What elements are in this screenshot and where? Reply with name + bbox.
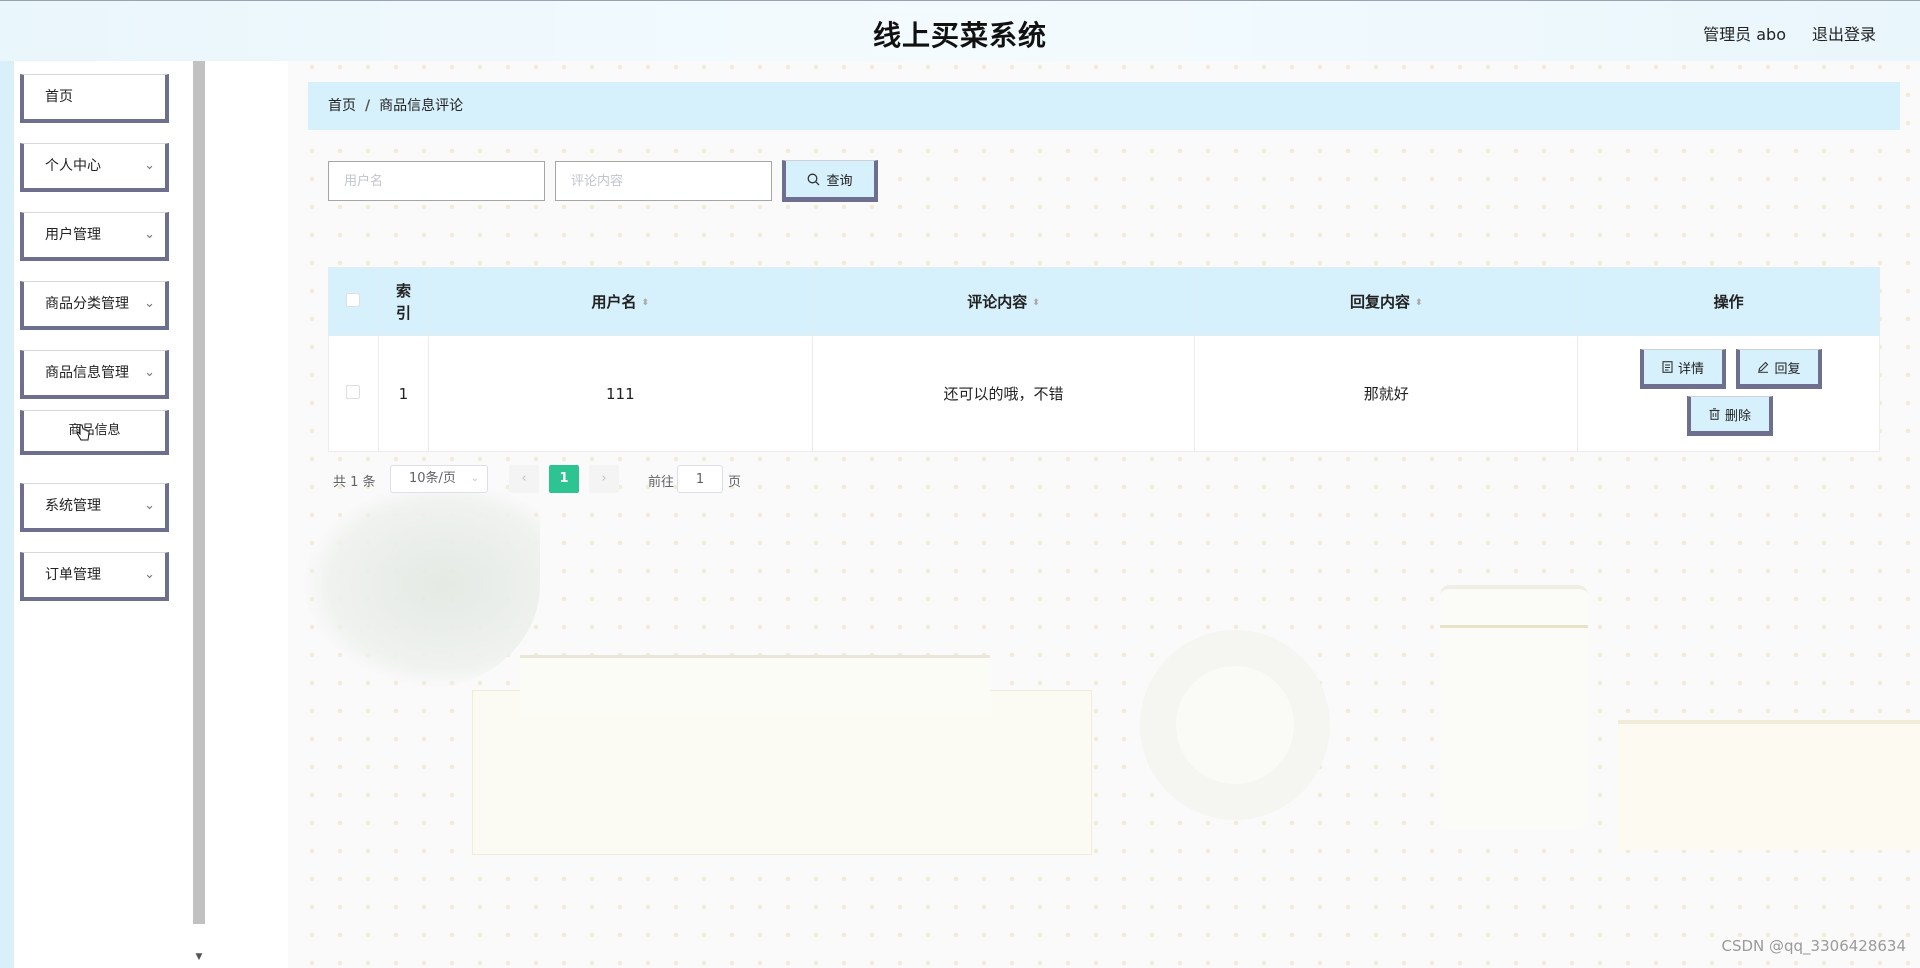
chevron-down-icon: ⌄ [144, 498, 155, 513]
goto-page-input[interactable] [677, 465, 723, 493]
page-number-active[interactable]: 1 [549, 465, 579, 493]
chevron-down-icon: ⌄ [144, 365, 155, 380]
breadcrumb-separator: / [365, 98, 371, 114]
breadcrumb-home[interactable]: 首页 [328, 98, 356, 114]
reply-header-label: 回复内容 [1350, 293, 1411, 311]
breadcrumb-current: 商品信息评论 [379, 98, 464, 114]
row-select-cell [328, 335, 379, 452]
select-all-checkbox[interactable] [346, 292, 361, 307]
sidebar-item-label: 商品信息管理 [45, 365, 129, 381]
sidebar-item-category-management[interactable]: 商品分类管理 ⌄ [20, 281, 169, 330]
sort-icon[interactable]: ⬍ [1032, 298, 1040, 308]
scroll-down-arrow-icon[interactable]: ▼ [193, 952, 205, 962]
reply-button-label: 回复 [1774, 361, 1801, 377]
search-button[interactable]: 查询 [782, 160, 878, 202]
watermark: CSDN @qq_3306428634 [1721, 937, 1906, 955]
trash-icon [1709, 408, 1720, 420]
next-page-button[interactable]: › [589, 465, 619, 493]
chevron-down-icon: ⌄ [144, 567, 155, 582]
sidebar-item-label: 商品分类管理 [45, 296, 129, 312]
username-search-input[interactable] [328, 161, 545, 201]
reply-cell: 那就好 [1194, 335, 1579, 452]
page-size-select[interactable]: 10条/页 ⌄ [390, 465, 488, 493]
sort-icon[interactable]: ⬍ [1415, 298, 1423, 308]
select-all-header [328, 267, 379, 336]
goto-prefix: 前往 [648, 475, 675, 490]
reply-button[interactable]: 回复 [1736, 349, 1822, 389]
sidebar-item-label: 订单管理 [45, 567, 101, 583]
comment-column-header[interactable]: 评论内容 ⬍ [811, 267, 1196, 336]
sidebar-item-label: 用户管理 [45, 227, 101, 243]
delete-button-label: 删除 [1724, 408, 1751, 424]
comment-cell: 还可以的哦，不错 [811, 335, 1196, 452]
username-cell: 111 [427, 335, 813, 452]
sidebar-item-product-management[interactable]: 商品信息管理 ⌄ [20, 350, 169, 399]
top-header: 线上买菜系统 管理员 abo 退出登录 [0, 0, 1920, 61]
detail-button[interactable]: 详情 [1640, 349, 1726, 389]
sidebar-item-order-management[interactable]: 订单管理 ⌄ [20, 552, 169, 601]
sidebar-item-personal-center[interactable]: 个人中心 ⌄ [20, 143, 169, 192]
username-header-label: 用户名 [591, 293, 637, 311]
table-header-row: 索 引 用户名 ⬍ 评论内容 ⬍ 回复内容 ⬍ 操作 [328, 267, 1880, 336]
sidebar-item-label: 系统管理 [45, 498, 101, 514]
chevron-right-icon: › [601, 471, 607, 486]
username-column-header[interactable]: 用户名 ⬍ [427, 267, 813, 336]
row-checkbox[interactable] [346, 384, 361, 399]
breadcrumb: 首页 / 商品信息评论 [308, 82, 1900, 130]
hand-cursor-icon [76, 424, 90, 441]
background-plant-decoration [300, 480, 540, 690]
logout-link[interactable]: 退出登录 [1812, 21, 1876, 45]
delete-button[interactable]: 删除 [1687, 396, 1773, 436]
chevron-down-icon: ⌄ [470, 473, 479, 484]
background-ring-decoration [1140, 630, 1330, 820]
sidebar-item-system-management[interactable]: 系统管理 ⌄ [20, 483, 169, 532]
prev-page-button[interactable]: ‹ [509, 465, 539, 493]
chevron-down-icon: ⌄ [144, 296, 155, 311]
sidebar-item-user-management[interactable]: 用户管理 ⌄ [20, 212, 169, 261]
actions-column-header: 操作 [1577, 267, 1880, 336]
detail-button-label: 详情 [1677, 361, 1704, 377]
document-icon [1662, 361, 1673, 373]
index-column-header: 索 引 [377, 267, 429, 336]
search-icon [808, 173, 820, 185]
search-button-label: 查询 [826, 173, 853, 189]
chevron-down-icon: ⌄ [144, 227, 155, 242]
current-user-label: 管理员 abo [1703, 25, 1786, 44]
background-cylinder-band [1440, 625, 1588, 628]
content-gutter [206, 61, 288, 968]
page-size-value: 10条/页 [409, 471, 456, 486]
sidebar-item-home[interactable]: 首页 [20, 74, 169, 123]
comment-header-label: 评论内容 [967, 293, 1028, 311]
app-title: 线上买菜系统 [872, 19, 1047, 52]
sort-icon[interactable]: ⬍ [642, 298, 650, 308]
sidebar-item-label: 个人中心 [45, 158, 101, 174]
chevron-down-icon: ⌄ [144, 158, 155, 173]
edit-icon [1758, 361, 1769, 373]
background-block-decoration [1618, 720, 1920, 850]
goto-suffix: 页 [728, 475, 742, 490]
pagination-total: 共 1 条 [333, 475, 376, 490]
index-cell: 1 [377, 335, 429, 452]
chevron-left-icon: ‹ [521, 471, 527, 486]
sidebar-scrollbar-thumb[interactable] [193, 61, 205, 924]
background-cylinder-decoration [1440, 585, 1588, 830]
comment-search-input[interactable] [555, 161, 772, 201]
background-tray-decoration [520, 655, 990, 715]
sidebar-item-label: 首页 [45, 89, 73, 105]
reply-column-header[interactable]: 回复内容 ⬍ [1194, 267, 1579, 336]
sidebar-subitem-product-info[interactable]: 商品信息 [20, 410, 169, 455]
